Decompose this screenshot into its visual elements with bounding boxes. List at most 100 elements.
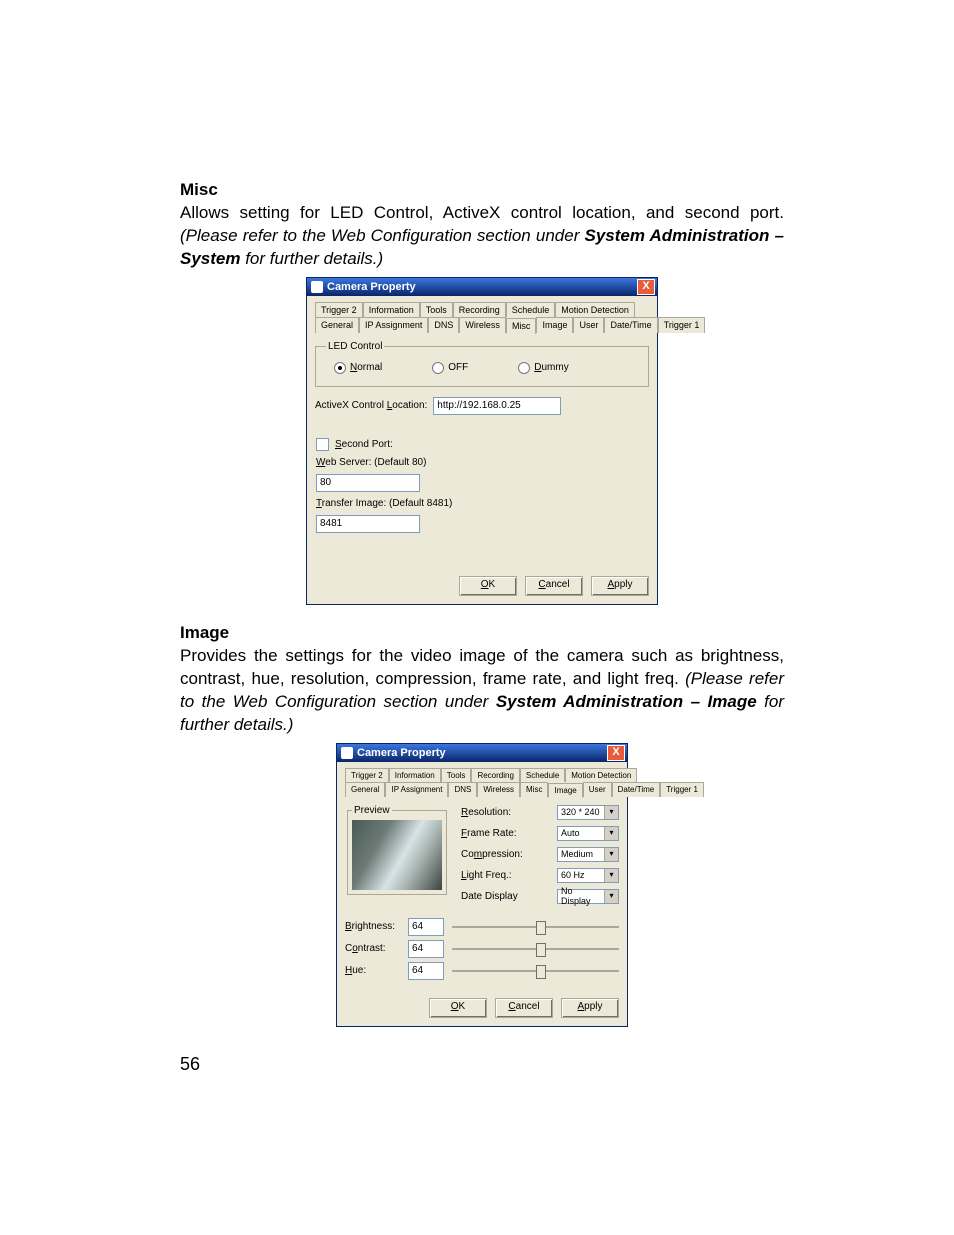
misc-body: Allows setting for LED Control, ActiveX …	[180, 202, 784, 271]
tab-strip: Trigger 2 Information Tools Recording Sc…	[315, 302, 649, 333]
close-button[interactable]: X	[637, 279, 655, 295]
tab-user[interactable]: User	[583, 782, 612, 797]
web-server-label: Web Server: (Default 80)Web Server: (Def…	[316, 457, 426, 468]
second-port-group: Second Port:Second Port: Web Server: (De…	[315, 421, 649, 552]
misc-body-italic: (Please refer to the Web Configuration s…	[180, 226, 585, 245]
camera-property-dialog-image: Camera Property X Trigger 2 Information …	[336, 743, 628, 1027]
preview-group: Preview	[347, 805, 447, 895]
led-control-legend: LED Control	[326, 341, 384, 352]
framerate-label: Frame Rate:Frame Rate:	[461, 828, 517, 839]
tab-trigger1[interactable]: Trigger 1	[660, 782, 704, 797]
framerate-select[interactable]: Auto▾	[557, 826, 619, 841]
contrast-slider[interactable]	[452, 948, 619, 950]
transfer-image-input[interactable]	[316, 515, 420, 533]
misc-body-pre: Allows setting for LED Control, ActiveX …	[180, 203, 784, 222]
transfer-image-label: Transfer Image: (Default 8481)Transfer I…	[316, 498, 452, 509]
apply-button[interactable]: ApplyApply	[591, 576, 649, 596]
dialog-title: Camera Property	[327, 281, 416, 293]
titlebar: Camera Property X	[337, 744, 627, 762]
hue-label: Hue:Hue:	[345, 965, 400, 976]
tab-misc[interactable]: Misc	[506, 318, 537, 334]
tab-ip-assignment[interactable]: IP Assignment	[359, 317, 428, 333]
tab-image[interactable]: Image	[536, 317, 573, 333]
close-button[interactable]: X	[607, 745, 625, 761]
radio-icon	[334, 362, 346, 374]
lightfreq-select[interactable]: 60 Hz▾	[557, 868, 619, 883]
lightfreq-label: Light Freq.:Light Freq.:	[461, 870, 512, 881]
tab-image[interactable]: Image	[548, 783, 582, 798]
tab-datetime[interactable]: Date/Time	[604, 317, 657, 333]
titlebar: Camera Property X	[307, 278, 657, 296]
contrast-input[interactable]	[408, 940, 444, 958]
brightness-input[interactable]	[408, 918, 444, 936]
tab-schedule[interactable]: Schedule	[506, 302, 556, 317]
tab-information[interactable]: Information	[389, 768, 441, 782]
activex-label: ActiveX Control Location:ActiveX Control…	[315, 400, 427, 411]
compression-select[interactable]: Medium▾	[557, 847, 619, 862]
tab-misc[interactable]: Misc	[520, 782, 548, 797]
second-port-label: Second Port:Second Port:	[335, 439, 393, 450]
tab-wireless[interactable]: Wireless	[477, 782, 520, 797]
web-server-input[interactable]	[316, 474, 420, 492]
contrast-label: Contrast:Contrast:	[345, 943, 400, 954]
ok-button[interactable]: OKOK	[459, 576, 517, 596]
ok-button[interactable]: OKOK	[429, 998, 487, 1018]
slider-thumb-icon	[536, 921, 546, 935]
datedisplay-select[interactable]: No Display▾	[557, 889, 619, 904]
app-icon	[311, 281, 323, 293]
apply-button[interactable]: ApplyApply	[561, 998, 619, 1018]
tab-motion-detection[interactable]: Motion Detection	[555, 302, 635, 317]
radio-dummy-label: DummyDummy	[534, 362, 568, 373]
led-control-group: LED Control NNormalormal OFF DummyDummy	[315, 341, 649, 387]
tab-user[interactable]: User	[573, 317, 604, 333]
image-body-bold: System Administration – Image	[496, 692, 757, 711]
resolution-select[interactable]: 320 * 240▾	[557, 805, 619, 820]
image-body: Provides the settings for the video imag…	[180, 645, 784, 737]
chevron-down-icon: ▾	[604, 869, 618, 882]
second-port-checkbox[interactable]	[316, 438, 329, 451]
radio-icon	[432, 362, 444, 374]
radio-normal-label: NNormalormal	[350, 362, 382, 373]
chevron-down-icon: ▾	[604, 890, 618, 903]
tab-trigger2[interactable]: Trigger 2	[345, 768, 389, 782]
radio-normal[interactable]: NNormalormal	[334, 362, 382, 374]
image-heading: Image	[180, 623, 784, 643]
page-number: 56	[180, 1054, 200, 1075]
tab-tools[interactable]: Tools	[441, 768, 472, 782]
cancel-button[interactable]: CancelCancel	[495, 998, 553, 1018]
tab-trigger2[interactable]: Trigger 2	[315, 302, 363, 317]
app-icon	[341, 747, 353, 759]
activex-input[interactable]	[433, 397, 561, 415]
brightness-label: Brightness:Brightness:	[345, 921, 400, 932]
tab-dns[interactable]: DNS	[428, 317, 459, 333]
slider-thumb-icon	[536, 943, 546, 957]
hue-input[interactable]	[408, 962, 444, 980]
dialog-title: Camera Property	[357, 747, 446, 759]
tab-information[interactable]: Information	[363, 302, 420, 317]
tab-tools[interactable]: Tools	[420, 302, 453, 317]
tab-recording[interactable]: Recording	[453, 302, 506, 317]
compression-label: Compression:Compression:	[461, 849, 523, 860]
tab-general[interactable]: General	[345, 782, 385, 797]
tab-wireless[interactable]: Wireless	[459, 317, 506, 333]
slider-thumb-icon	[536, 965, 546, 979]
cancel-button[interactable]: CancelCancel	[525, 576, 583, 596]
misc-heading: Misc	[180, 180, 784, 200]
tab-motion-detection[interactable]: Motion Detection	[565, 768, 637, 782]
hue-slider[interactable]	[452, 970, 619, 972]
tab-recording[interactable]: Recording	[471, 768, 519, 782]
tab-general[interactable]: General	[315, 317, 359, 333]
tab-strip: Trigger 2 Information Tools Recording Sc…	[345, 768, 619, 797]
radio-off[interactable]: OFF	[432, 362, 468, 374]
tab-schedule[interactable]: Schedule	[520, 768, 565, 782]
tab-datetime[interactable]: Date/Time	[612, 782, 661, 797]
tab-ip-assignment[interactable]: IP Assignment	[385, 782, 448, 797]
brightness-slider[interactable]	[452, 926, 619, 928]
preview-legend: Preview	[352, 805, 392, 816]
radio-off-label: OFF	[448, 362, 468, 373]
resolution-label: Resolution:Resolution:	[461, 807, 511, 818]
chevron-down-icon: ▾	[604, 848, 618, 861]
tab-dns[interactable]: DNS	[448, 782, 477, 797]
tab-trigger1[interactable]: Trigger 1	[658, 317, 706, 333]
radio-dummy[interactable]: DummyDummy	[518, 362, 568, 374]
